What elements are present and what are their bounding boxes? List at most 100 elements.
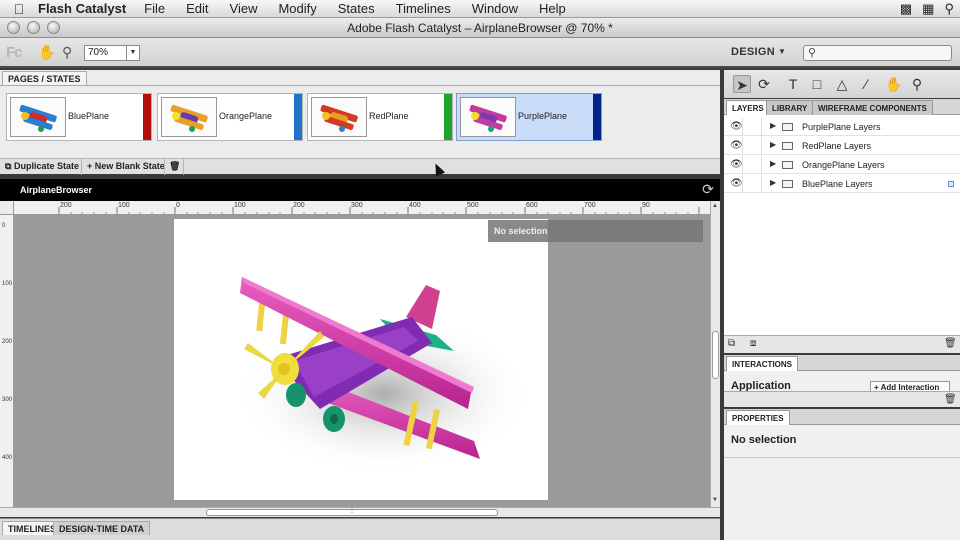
horizontal-ruler: 200 100 0 100 200 300 400 500 600 700 90 [14,201,710,215]
divider [0,85,720,86]
eye-icon[interactable]: 👁 [730,140,743,151]
menu-edit[interactable]: Edit [186,1,208,16]
eye-icon[interactable]: 👁 [730,178,743,189]
divider [742,137,743,155]
tab-layers[interactable]: LAYERS [726,100,770,115]
text-tool-icon[interactable]: T [784,75,802,93]
menubar-extras: ▩ ▦ ⚲ [900,1,954,17]
app-menu[interactable]: Flash Catalyst [38,1,126,16]
folder-icon [782,123,793,131]
interactions-footer: 🗑 [724,391,960,407]
right-sidebar: ➤ ⟳ T □ △ ∕ ✋ ⚲ LAYERS LIBRARY WIREFRAME… [724,70,960,540]
interactions-panel: INTERACTIONS Application + Add Interacti… [724,355,960,407]
layer-name: OrangePlane Layers [802,160,885,170]
horizontal-scrollbar[interactable]: ⋮ [0,507,720,517]
expand-arrow-icon[interactable]: ▶ [770,140,776,149]
menu-file[interactable]: File [144,1,165,16]
trash-icon[interactable]: 🗑 [944,394,957,405]
divider [761,175,762,193]
new-blank-state-label: New Blank State [94,161,165,171]
interactions-panel-tabs: INTERACTIONS [724,355,960,371]
ruler-label: 0 [2,223,6,229]
triangle-tool-icon[interactable]: △ [833,75,851,93]
select-tool-icon[interactable]: ➤ [733,75,751,93]
zoom-window-button[interactable] [47,21,60,34]
tab-properties[interactable]: PROPERTIES [726,410,790,425]
refresh-icon[interactable]: ⟳ [700,181,716,197]
tab-design-time-data[interactable]: DESIGN-TIME DATA [53,521,151,535]
zoom-tool-icon[interactable]: ⚲ [62,44,72,61]
expand-arrow-icon[interactable]: ▶ [770,121,776,130]
menu-modify[interactable]: Modify [278,1,316,16]
artboard[interactable] [174,219,548,500]
divider [761,137,762,155]
expand-arrow-icon[interactable]: ▶ [770,178,776,187]
layer-row-blueplane[interactable]: 👁 ▶ BluePlane Layers [724,175,960,193]
minimize-window-button[interactable] [27,21,40,34]
eye-icon[interactable]: 👁 [730,121,743,132]
new-sublayer-icon[interactable]: ⧈ [750,338,756,349]
layer-name: RedPlane Layers [802,141,872,151]
tab-wireframe-components[interactable]: WIREFRAME COMPONENTS [812,100,933,115]
menu-states[interactable]: States [338,1,375,16]
menu-window[interactable]: Window [472,1,518,16]
scroll-thumb[interactable] [712,331,719,379]
state-card-blueplane[interactable]: BluePlane [6,93,152,141]
transform-tool-icon[interactable]: ⟳ [755,75,773,93]
workspace-dropdown-icon[interactable]: ▼ [778,47,786,56]
layer-selection-marker[interactable] [948,181,954,187]
scroll-up-icon[interactable]: ▲ [712,203,718,209]
vertical-scrollbar[interactable]: ▲ ▼ [710,201,720,507]
tab-library[interactable]: LIBRARY [766,100,814,115]
state-thumbnail [311,97,367,137]
zoom-tool-icon[interactable]: ⚲ [908,75,926,93]
search-input[interactable]: ⚲ [803,45,952,61]
duplicate-icon: ⧉ [5,161,12,171]
spotlight-search-icon[interactable]: ⚲ [944,1,954,17]
apple-menu-icon[interactable]:  [0,1,38,17]
hand-tool-icon[interactable]: ✋ [38,44,55,61]
state-card-redplane[interactable]: RedPlane [307,93,453,141]
expand-arrow-icon[interactable]: ▶ [770,159,776,168]
rectangle-tool-icon[interactable]: □ [808,75,826,93]
chevron-down-icon[interactable]: ▼ [126,46,139,60]
search-icon: ⚲ [808,47,817,59]
hand-tool-icon[interactable]: ✋ [885,75,903,93]
script-icon[interactable]: ▦ [922,1,934,17]
state-card-orangeplane[interactable]: OrangePlane [157,93,303,141]
trash-icon[interactable]: 🗑 [169,161,180,172]
ruler-label: 200 [2,339,13,345]
purple-plane-image[interactable] [174,219,548,500]
design-canvas[interactable]: No selection [14,215,710,507]
menu-timelines[interactable]: Timelines [396,1,451,16]
new-layer-icon[interactable]: ⧉ [728,338,735,349]
window-title: Adobe Flash Catalyst – AirplaneBrowser @… [347,21,613,35]
new-blank-state-button[interactable]: + New Blank State [87,161,165,171]
layers-footer: ⧉ ⧈ 🗑 [724,335,960,353]
camera-icon[interactable]: ▩ [900,1,912,17]
close-window-button[interactable] [7,21,20,34]
state-card-purpleplane[interactable]: PurplePlane [456,93,602,141]
menu-help[interactable]: Help [539,1,566,16]
ruler-ticks [58,207,700,214]
layer-row-purpleplane[interactable]: 👁 ▶ PurplePlane Layers [724,118,960,136]
scroll-down-icon[interactable]: ▼ [712,497,718,503]
window-controls [7,21,60,34]
tab-pages-states[interactable]: PAGES / STATES [2,71,87,85]
properties-panel: PROPERTIES No selection [724,409,960,540]
folder-icon [782,142,793,150]
duplicate-state-button[interactable]: ⧉ Duplicate State [5,161,79,172]
layer-row-redplane[interactable]: 👁 ▶ RedPlane Layers [724,137,960,155]
menu-view[interactable]: View [230,1,258,16]
folder-icon [782,161,793,169]
layer-row-orangeplane[interactable]: 👁 ▶ OrangePlane Layers [724,156,960,174]
eye-icon[interactable]: 👁 [730,159,743,170]
trash-icon[interactable]: 🗑 [944,338,957,349]
tab-interactions[interactable]: INTERACTIONS [726,356,798,371]
zoom-select[interactable]: 70% ▼ [84,45,140,61]
line-tool-icon[interactable]: ∕ [857,75,875,93]
divider [742,118,743,136]
state-thumbnail [460,97,516,137]
workspace-label[interactable]: DESIGN [731,46,775,58]
state-color-bar [593,94,601,140]
